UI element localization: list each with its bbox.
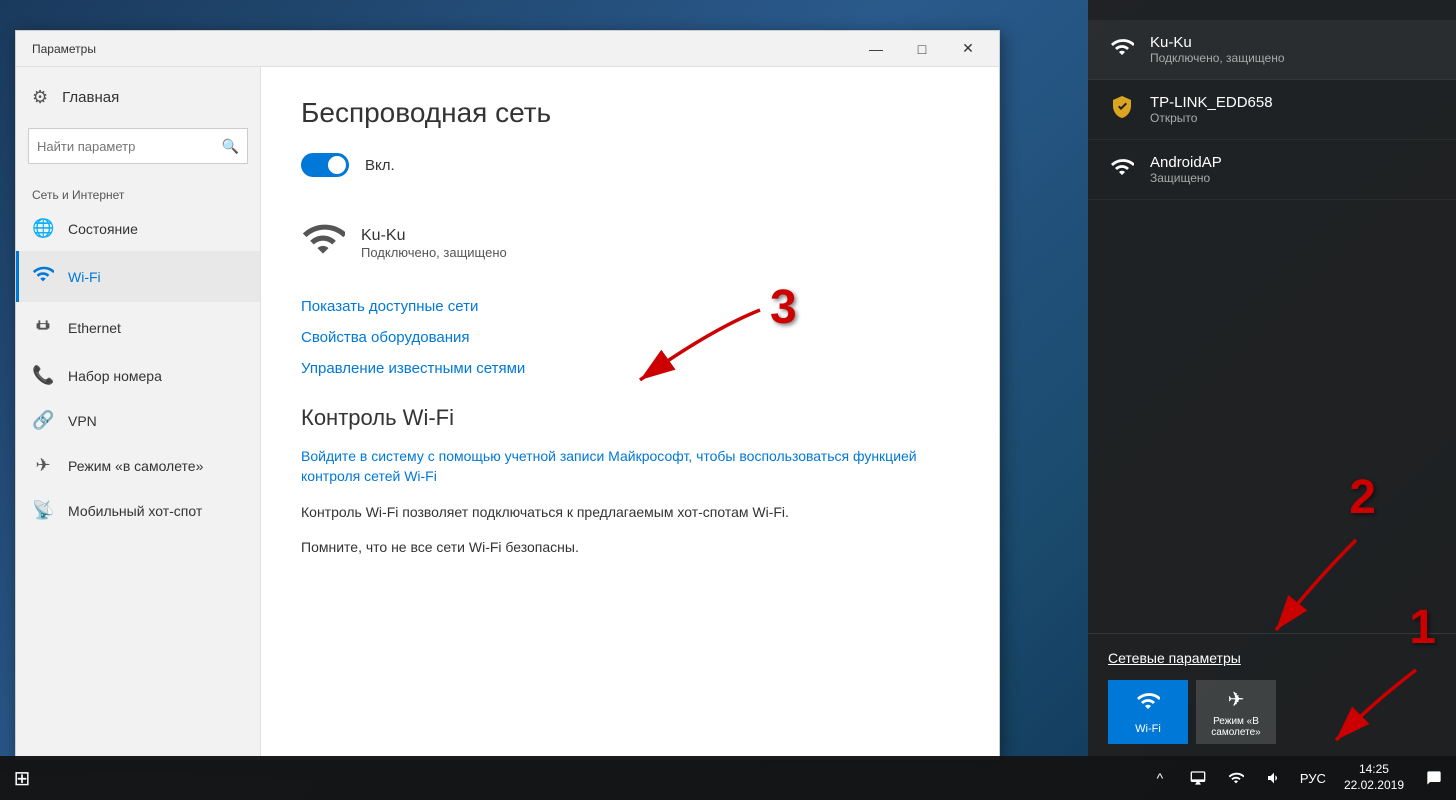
sidebar-item-vpn[interactable]: 🔗 VPN	[16, 398, 260, 443]
wifi-sense-desc1: Контроль Wi-Fi позволяет подключаться к …	[301, 502, 959, 523]
wifi-icon	[32, 263, 54, 290]
sidebar-label-status: Состояние	[68, 221, 138, 237]
quick-actions: Wi-Fi ✈ Режим «В самолете»	[1108, 680, 1436, 744]
close-button[interactable]: ✕	[945, 33, 991, 65]
wifi-sense-title: Контроль Wi-Fi	[301, 405, 959, 431]
sidebar-item-airplane[interactable]: ✈ Режим «в самолете»	[16, 443, 260, 488]
flyout-network-status-tplink: Открыто	[1150, 111, 1273, 125]
vpn-icon: 🔗	[32, 410, 54, 431]
dialup-icon: 📞	[32, 365, 54, 386]
airplane-quick-icon: ✈	[1228, 687, 1245, 712]
title-bar: Параметры — □ ✕	[16, 31, 999, 67]
wifi-quick-icon	[1136, 689, 1160, 719]
flyout-bottom: Сетевые параметры Wi-Fi ✈ Режим «В самол…	[1088, 633, 1456, 760]
connected-wifi-icon	[301, 217, 345, 270]
taskbar-time: 14:25	[1344, 762, 1404, 778]
sidebar-label-vpn: VPN	[68, 413, 97, 429]
wifi-sense-link[interactable]: Войдите в систему с помощью учетной запи…	[301, 447, 959, 486]
network-settings-link[interactable]: Сетевые параметры	[1108, 650, 1436, 666]
hotspot-icon: 📡	[32, 500, 54, 521]
window-body: ⚙ Главная 🔍 Сеть и Интернет 🌐 Состояние	[16, 67, 999, 759]
taskbar-notification-icon[interactable]	[1416, 756, 1452, 800]
airplane-quick-label: Режим «В самолете»	[1196, 716, 1276, 738]
window-title: Параметры	[32, 42, 96, 56]
search-box[interactable]: 🔍	[28, 128, 248, 164]
sidebar-label-ethernet: Ethernet	[68, 320, 121, 336]
flyout-network-name-kuku: Ku-Ku	[1150, 34, 1285, 51]
sidebar: ⚙ Главная 🔍 Сеть и Интернет 🌐 Состояние	[16, 67, 261, 759]
taskbar-display-icon[interactable]	[1180, 756, 1216, 800]
window-controls: — □ ✕	[853, 33, 991, 65]
wifi-quick-label: Wi-Fi	[1135, 723, 1161, 735]
search-icon: 🔍	[222, 138, 239, 155]
home-label: Главная	[62, 89, 119, 106]
network-flyout: Ku-Ku Подключено, защищено TP-LINK_EDD65…	[1088, 0, 1456, 760]
sidebar-home[interactable]: ⚙ Главная	[16, 75, 260, 120]
sidebar-label-wifi: Wi-Fi	[68, 269, 101, 285]
flyout-network-androidap[interactable]: AndroidAP Защищено	[1088, 140, 1456, 200]
taskbar-right: ^ РУС 14:25 22.02.2019	[1142, 756, 1456, 800]
start-button[interactable]: ⊞	[0, 756, 44, 800]
ethernet-icon	[32, 314, 54, 341]
sidebar-item-hotspot[interactable]: 📡 Мобильный хот-спот	[16, 488, 260, 533]
flyout-network-details-kuku: Ku-Ku Подключено, защищено	[1150, 34, 1285, 65]
taskbar-clock[interactable]: 14:25 22.02.2019	[1334, 762, 1414, 793]
airplane-icon: ✈	[32, 455, 54, 476]
sidebar-label-dialup: Набор номера	[68, 368, 162, 384]
flyout-network-status-androidap: Защищено	[1150, 171, 1222, 185]
network-status: Подключено, защищено	[361, 245, 507, 260]
connected-network-card: Ku-Ku Подключено, защищено	[301, 205, 959, 282]
sidebar-item-dialup[interactable]: 📞 Набор номера	[16, 353, 260, 398]
network-info: Ku-Ku Подключено, защищено	[361, 227, 507, 260]
sidebar-section-label: Сеть и Интернет	[16, 180, 260, 206]
sidebar-item-ethernet[interactable]: Ethernet	[16, 302, 260, 353]
flyout-network-tplink[interactable]: TP-LINK_EDD658 Открыто	[1088, 80, 1456, 140]
search-input[interactable]	[37, 139, 222, 154]
adapter-properties-link[interactable]: Свойства оборудования	[301, 329, 959, 346]
flyout-network-status-kuku: Подключено, защищено	[1150, 51, 1285, 65]
taskbar: ⊞ ^ РУС 14:25 22.02.2019	[0, 756, 1456, 800]
settings-window: Параметры — □ ✕ ⚙ Главная 🔍 Сеть и Интер…	[15, 30, 1000, 760]
toggle-label: Вкл.	[365, 157, 395, 174]
manage-known-link[interactable]: Управление известными сетями	[301, 360, 959, 377]
show-networks-link[interactable]: Показать доступные сети	[301, 298, 959, 315]
flyout-network-name-tplink: TP-LINK_EDD658	[1150, 94, 1273, 111]
home-icon: ⚙	[32, 87, 48, 108]
sidebar-label-airplane: Режим «в самолете»	[68, 458, 203, 474]
flyout-network-details-androidap: AndroidAP Защищено	[1150, 154, 1222, 185]
taskbar-volume-icon[interactable]	[1256, 756, 1292, 800]
sidebar-label-hotspot: Мобильный хот-спот	[68, 503, 202, 519]
toggle-row: Вкл.	[301, 153, 959, 177]
flyout-network-details-tplink: TP-LINK_EDD658 Открыто	[1150, 94, 1273, 125]
flyout-network-name-androidap: AndroidAP	[1150, 154, 1222, 171]
sidebar-item-wifi[interactable]: Wi-Fi	[16, 251, 260, 302]
taskbar-language[interactable]: РУС	[1294, 771, 1332, 786]
taskbar-wifi-icon[interactable]	[1218, 756, 1254, 800]
taskbar-chevron[interactable]: ^	[1142, 756, 1178, 800]
network-name: Ku-Ku	[361, 227, 507, 245]
main-content: Беспроводная сеть Вкл. Ku-Ku Подключено,…	[261, 67, 999, 759]
desktop: Параметры — □ ✕ ⚙ Главная 🔍 Сеть и Интер…	[0, 0, 1456, 800]
flyout-shield-icon-tplink	[1108, 95, 1136, 125]
flyout-wifi-icon-androidap	[1108, 155, 1136, 185]
flyout-wifi-icon-kuku	[1108, 35, 1136, 65]
airplane-quick-action[interactable]: ✈ Режим «В самолете»	[1196, 680, 1276, 744]
maximize-button[interactable]: □	[899, 33, 945, 65]
minimize-button[interactable]: —	[853, 33, 899, 65]
wifi-toggle[interactable]	[301, 153, 349, 177]
wifi-quick-action[interactable]: Wi-Fi	[1108, 680, 1188, 744]
page-title: Беспроводная сеть	[301, 97, 959, 129]
taskbar-date: 22.02.2019	[1344, 778, 1404, 794]
status-icon: 🌐	[32, 218, 54, 239]
flyout-network-kuku[interactable]: Ku-Ku Подключено, защищено	[1088, 20, 1456, 80]
sidebar-item-status[interactable]: 🌐 Состояние	[16, 206, 260, 251]
wifi-sense-desc2: Помните, что не все сети Wi-Fi безопасны…	[301, 537, 959, 558]
